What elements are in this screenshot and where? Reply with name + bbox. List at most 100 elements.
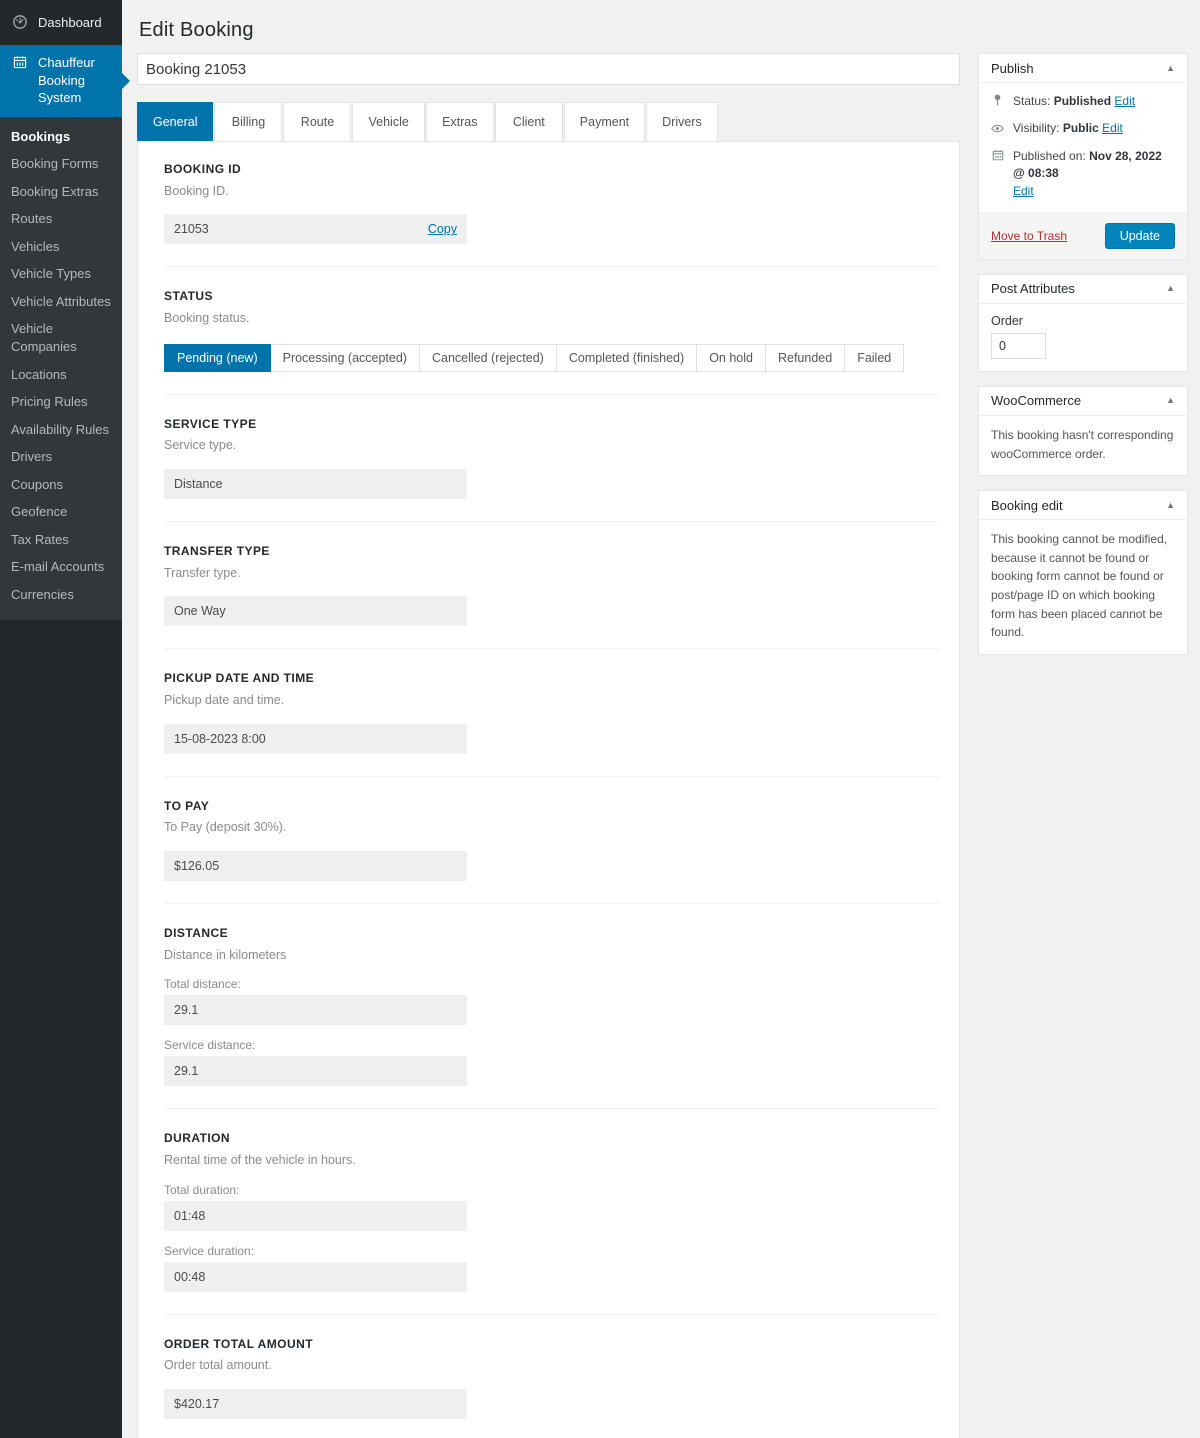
woocommerce-header: WooCommerce ▲ — [979, 387, 1187, 416]
chevron-up-icon[interactable]: ▲ — [1166, 64, 1175, 73]
sidebar-submenu-item-bookings[interactable]: Bookings — [0, 123, 122, 151]
publish-visibility-text: Visibility: Public Edit — [1013, 120, 1123, 137]
status-option-processing-accepted[interactable]: Processing (accepted) — [271, 344, 420, 372]
booking-edit-panel: Booking edit ▲ This booking cannot be mo… — [978, 490, 1188, 655]
booking-tabs: GeneralBillingRouteVehicleExtrasClientPa… — [137, 102, 960, 141]
woocommerce-note: This booking hasn't corresponding wooCom… — [991, 426, 1175, 463]
service-type-desc: Service type. — [164, 436, 939, 455]
sidebar-submenu-item-tax-rates[interactable]: Tax Rates — [0, 526, 122, 554]
woocommerce-body: This booking hasn't corresponding wooCom… — [979, 416, 1187, 475]
tab-payment[interactable]: Payment — [564, 102, 645, 141]
side-column: Publish ▲ Status: Published Edit — [978, 53, 1188, 669]
field-order-total-amount: ORDER TOTAL AMOUNT Order total amount. $… — [164, 1337, 939, 1438]
sidebar-submenu-item-pricing-rules[interactable]: Pricing Rules — [0, 388, 122, 416]
field-to-pay: TO PAY To Pay (deposit 30%). $126.05 — [164, 799, 939, 904]
post-attributes-header: Post Attributes ▲ — [979, 275, 1187, 304]
pickup-value: 15-08-2023 8:00 — [174, 732, 266, 746]
booking-edit-header: Booking edit ▲ — [979, 491, 1187, 520]
sidebar-submenu-item-e-mail-accounts[interactable]: E-mail Accounts — [0, 553, 122, 581]
to-pay-label: TO PAY — [164, 799, 939, 815]
copy-booking-id-link[interactable]: Copy — [428, 222, 457, 236]
publish-status-text: Status: Published Edit — [1013, 93, 1135, 110]
order-input[interactable] — [991, 333, 1046, 359]
status-option-failed[interactable]: Failed — [845, 344, 904, 372]
sidebar-submenu: BookingsBooking FormsBooking ExtrasRoute… — [0, 117, 122, 621]
sidebar-submenu-item-availability-rules[interactable]: Availability Rules — [0, 416, 122, 444]
status-option-on-hold[interactable]: On hold — [697, 344, 766, 372]
status-option-pending-new[interactable]: Pending (new) — [164, 344, 271, 372]
sidebar-submenu-item-booking-extras[interactable]: Booking Extras — [0, 178, 122, 206]
order-total-value: $420.17 — [174, 1397, 219, 1411]
publish-panel-title: Publish — [991, 61, 1034, 76]
post-attributes-panel: Post Attributes ▲ Order — [978, 274, 1188, 372]
sidebar-submenu-item-routes[interactable]: Routes — [0, 205, 122, 233]
field-status: STATUS Booking status. Pending (new)Proc… — [164, 289, 939, 394]
publish-visibility-row: Visibility: Public Edit — [991, 120, 1175, 138]
sidebar-item-chauffeur-booking-system[interactable]: Chauffeur Booking System — [0, 45, 122, 117]
status-option-refunded[interactable]: Refunded — [766, 344, 845, 372]
post-attributes-body: Order — [979, 304, 1187, 371]
duration-label: DURATION — [164, 1131, 939, 1147]
booking-edit-body: This booking cannot be modified, because… — [979, 520, 1187, 654]
total-distance-value: 29.1 — [174, 1003, 198, 1017]
tab-vehicle[interactable]: Vehicle — [352, 102, 424, 141]
main-column: GeneralBillingRouteVehicleExtrasClientPa… — [137, 53, 960, 1438]
field-transfer-type: TRANSFER TYPE Transfer type. One Way — [164, 544, 939, 649]
status-option-group: Pending (new)Processing (accepted)Cancel… — [164, 344, 939, 372]
sidebar-submenu-item-coupons[interactable]: Coupons — [0, 471, 122, 499]
booking-edit-note: This booking cannot be modified, because… — [991, 530, 1175, 642]
dashboard-gauge-icon — [10, 15, 30, 31]
sidebar-item-dashboard[interactable]: Dashboard — [0, 0, 122, 45]
general-tab-panel: BOOKING ID Booking ID. 21053 Copy STATUS… — [137, 141, 960, 1438]
post-title-input[interactable] — [137, 53, 960, 85]
tab-route[interactable]: Route — [283, 102, 351, 141]
tab-client[interactable]: Client — [495, 102, 563, 141]
sidebar-submenu-item-vehicle-types[interactable]: Vehicle Types — [0, 260, 122, 288]
service-duration-label: Service duration: — [164, 1244, 939, 1258]
chevron-up-icon[interactable]: ▲ — [1166, 501, 1175, 510]
status-label: STATUS — [164, 289, 939, 305]
sidebar-submenu-item-drivers[interactable]: Drivers — [0, 443, 122, 471]
distance-label: DISTANCE — [164, 926, 939, 942]
service-distance-label: Service distance: — [164, 1038, 939, 1052]
total-duration-label: Total duration: — [164, 1183, 939, 1197]
pickup-value-box: 15-08-2023 8:00 — [164, 724, 467, 754]
field-booking-id: BOOKING ID Booking ID. 21053 Copy — [164, 162, 939, 267]
tab-billing[interactable]: Billing — [214, 102, 282, 141]
calendar-icon — [991, 148, 1004, 166]
field-duration: DURATION Rental time of the vehicle in h… — [164, 1131, 939, 1314]
status-value: Published — [1054, 94, 1111, 108]
publish-panel-body: Status: Published Edit Visibility: — [979, 83, 1187, 212]
sidebar-submenu-item-vehicle-attributes[interactable]: Vehicle Attributes — [0, 288, 122, 316]
edit-visibility-link[interactable]: Edit — [1102, 121, 1123, 135]
order-total-desc: Order total amount. — [164, 1356, 939, 1375]
update-button[interactable]: Update — [1105, 223, 1175, 249]
sidebar-submenu-item-currencies[interactable]: Currencies — [0, 581, 122, 609]
sidebar-submenu-item-booking-forms[interactable]: Booking Forms — [0, 150, 122, 178]
status-option-completed-finished[interactable]: Completed (finished) — [557, 344, 697, 372]
tab-extras[interactable]: Extras — [426, 102, 494, 141]
sidebar-submenu-item-locations[interactable]: Locations — [0, 361, 122, 389]
service-distance-value: 29.1 — [174, 1064, 198, 1078]
service-distance-value-box: 29.1 — [164, 1056, 467, 1086]
order-total-label: ORDER TOTAL AMOUNT — [164, 1337, 939, 1353]
transfer-type-value-box: One Way — [164, 596, 467, 626]
chevron-up-icon[interactable]: ▲ — [1166, 284, 1175, 293]
to-pay-value-box: $126.05 — [164, 851, 467, 881]
edit-status-link[interactable]: Edit — [1114, 94, 1135, 108]
sidebar-submenu-item-vehicles[interactable]: Vehicles — [0, 233, 122, 261]
move-to-trash-link[interactable]: Move to Trash — [991, 229, 1067, 243]
edit-published-date-link[interactable]: Edit — [1013, 184, 1034, 198]
total-duration-value-box: 01:48 — [164, 1201, 467, 1231]
total-distance-value-box: 29.1 — [164, 995, 467, 1025]
status-option-cancelled-rejected[interactable]: Cancelled (rejected) — [420, 344, 557, 372]
service-type-value-box: Distance — [164, 469, 467, 499]
tab-drivers[interactable]: Drivers — [646, 102, 718, 141]
admin-screen: Dashboard Chauffeur Booking System Booki… — [0, 0, 1200, 1438]
sidebar-submenu-item-geofence[interactable]: Geofence — [0, 498, 122, 526]
chevron-up-icon[interactable]: ▲ — [1166, 396, 1175, 405]
sidebar-submenu-item-vehicle-companies[interactable]: Vehicle Companies — [0, 315, 122, 360]
sidebar-dashboard-label: Dashboard — [38, 15, 102, 30]
tab-general[interactable]: General — [137, 102, 213, 141]
duration-desc: Rental time of the vehicle in hours. — [164, 1151, 939, 1170]
